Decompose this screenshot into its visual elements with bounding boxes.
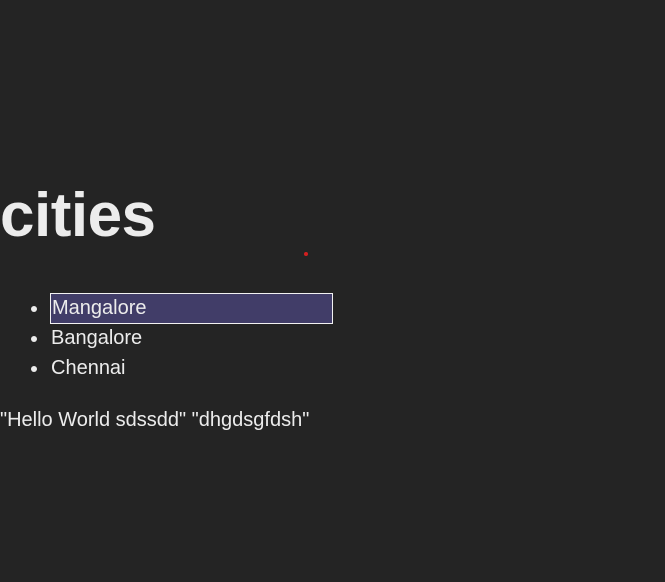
cursor-dot (304, 252, 308, 256)
list-item-mangalore[interactable]: Mangalore (0, 293, 333, 324)
page: cities Mangalore Bangalore Chennai "Hell… (0, 0, 665, 582)
page-heading: cities (0, 181, 156, 250)
list-item-bangalore[interactable]: Bangalore (0, 323, 333, 353)
list-item-label[interactable]: Bangalore (50, 324, 142, 355)
bullet-icon (31, 366, 37, 372)
list-item-chennai[interactable]: Chennai (0, 353, 333, 383)
quoted-text: "Hello World sdssdd" "dhgdsgfdsh" (0, 409, 310, 431)
list-item-label[interactable]: Mangalore (50, 293, 333, 324)
city-list: Mangalore Bangalore Chennai (0, 293, 333, 383)
list-item-label[interactable]: Chennai (50, 354, 126, 385)
bullet-icon (31, 336, 37, 342)
bullet-icon (31, 306, 37, 312)
